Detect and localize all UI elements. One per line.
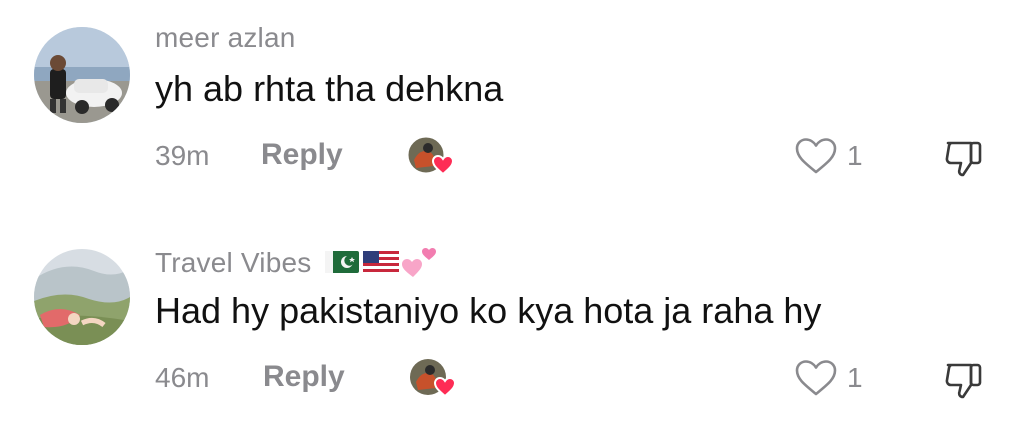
like-count: 1: [847, 140, 863, 171]
comment-timestamp: 39m: [155, 140, 210, 171]
like-count: 1: [847, 362, 863, 393]
heart-outline-icon: [795, 360, 837, 396]
pink-hearts-icon: [402, 248, 437, 277]
user-avatar[interactable]: [34, 27, 130, 123]
thumbs-down-icon: [945, 363, 982, 399]
reply-button[interactable]: Reply: [261, 138, 343, 172]
usa-flag-icon: [363, 251, 400, 273]
like-button[interactable]: 1: [793, 358, 873, 402]
comment-username[interactable]: Travel Vibes: [155, 244, 441, 285]
username-text: Travel Vibes: [155, 246, 312, 278]
comment-text: Had hy pakistaniyo ko kya hota ja raha h…: [155, 290, 822, 331]
creator-liked-heart-icon: [406, 134, 456, 180]
comment-item: Travel Vibes Had hy pakistaniyo ko kya h…: [0, 222, 1024, 422]
heart-outline-icon: [795, 138, 837, 174]
comment-text: yh ab rhta tha dehkna: [155, 68, 504, 109]
like-button[interactable]: 1: [793, 136, 873, 180]
comment-username[interactable]: meer azlan: [155, 22, 296, 54]
user-avatar[interactable]: [34, 249, 130, 345]
thumbs-down-icon: [945, 141, 982, 177]
dislike-button[interactable]: [941, 135, 987, 181]
pakistan-flag-icon: [325, 251, 360, 273]
comment-meta-row: 46m Reply 1: [155, 358, 1015, 402]
creator-liked-heart-icon: [408, 356, 458, 402]
comment-timestamp: 46m: [155, 362, 210, 393]
dislike-button[interactable]: [941, 357, 987, 403]
comment-item: meer azlan yh ab rhta tha dehkna 39m Rep…: [0, 0, 1024, 200]
reply-button[interactable]: Reply: [263, 360, 345, 394]
comment-meta-row: 39m Reply 1: [155, 136, 1015, 180]
username-badges: [325, 244, 441, 285]
